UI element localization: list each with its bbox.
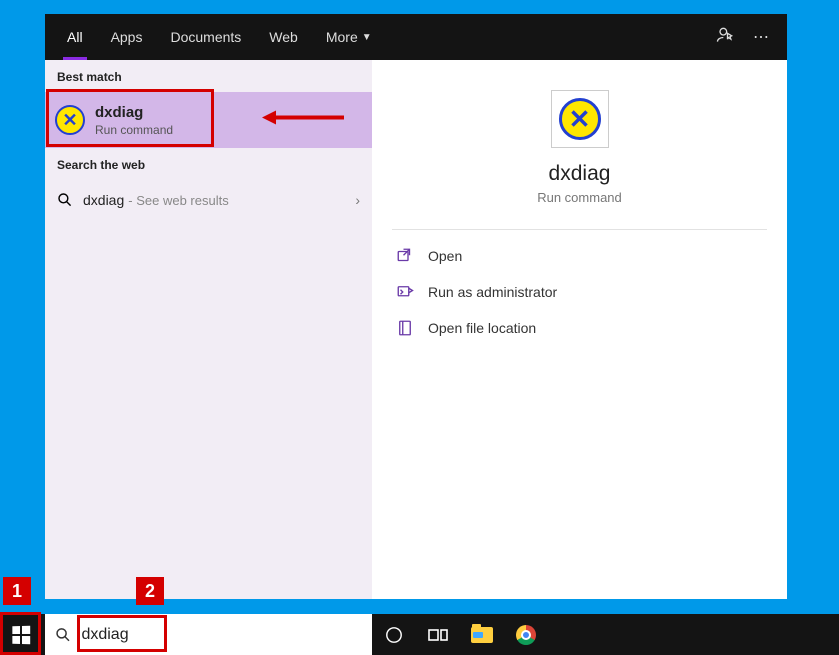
admin-icon	[396, 283, 414, 301]
search-icon	[55, 626, 71, 644]
annotation-badge-2: 2	[136, 577, 164, 605]
search-web-label: Search the web	[45, 148, 372, 180]
task-view-icon[interactable]	[416, 614, 460, 655]
tab-more-label: More	[326, 29, 358, 45]
action-location-label: Open file location	[428, 320, 536, 336]
feedback-icon[interactable]	[707, 25, 743, 50]
action-run-admin[interactable]: Run as administrator	[372, 274, 787, 310]
annotation-badge-1: 1	[3, 577, 31, 605]
action-open[interactable]: Open	[372, 238, 787, 274]
annotation-arrow-icon	[262, 108, 346, 133]
web-term: dxdiag	[83, 192, 124, 208]
dxdiag-icon: ✕	[559, 98, 601, 140]
preview-title: dxdiag	[549, 162, 611, 186]
ellipsis-icon[interactable]: ⋯	[743, 27, 779, 47]
windows-icon	[12, 625, 30, 644]
annotation-box-best-match	[46, 89, 214, 147]
best-match-item[interactable]: ✕ dxdiag Run command	[45, 92, 372, 148]
search-icon	[57, 192, 73, 208]
location-icon	[396, 319, 414, 337]
start-button[interactable]	[0, 614, 41, 655]
chrome-icon[interactable]	[504, 614, 548, 655]
chevron-down-icon: ▼	[362, 32, 372, 43]
file-explorer-icon[interactable]	[460, 614, 504, 655]
annotation-box-search-text	[77, 615, 167, 652]
action-open-label: Open	[428, 248, 462, 264]
chevron-right-icon: ›	[355, 192, 360, 208]
preview-subtitle: Run command	[537, 190, 622, 205]
best-match-label: Best match	[45, 60, 372, 92]
open-icon	[396, 247, 414, 265]
action-admin-label: Run as administrator	[428, 284, 557, 300]
folder-icon	[471, 627, 493, 643]
search-tabs: All Apps Documents Web More ▼ ⋯	[45, 14, 787, 60]
tab-all[interactable]: All	[53, 14, 97, 60]
preview-right-column: ✕ dxdiag Run command Open Run as adminis…	[372, 60, 787, 599]
tab-more[interactable]: More ▼	[312, 14, 386, 60]
preview-header: ✕ dxdiag Run command	[372, 90, 787, 229]
taskbar	[0, 614, 839, 655]
action-open-location[interactable]: Open file location	[372, 310, 787, 346]
tab-web[interactable]: Web	[255, 14, 312, 60]
chrome-logo-icon	[516, 625, 536, 645]
preview-icon-frame: ✕	[551, 90, 609, 148]
tab-apps[interactable]: Apps	[97, 14, 157, 60]
search-panel: All Apps Documents Web More ▼ ⋯ Best mat…	[45, 14, 787, 599]
divider	[392, 229, 767, 230]
panel-body: Best match ✕ dxdiag Run command Search t…	[45, 60, 787, 599]
results-left-column: Best match ✕ dxdiag Run command Search t…	[45, 60, 372, 599]
tab-documents[interactable]: Documents	[156, 14, 255, 60]
cortana-icon[interactable]	[372, 614, 416, 655]
web-hint: - See web results	[128, 193, 228, 208]
x-glyph: ✕	[569, 104, 591, 135]
taskbar-search-box[interactable]	[45, 614, 372, 655]
web-result-item[interactable]: dxdiag - See web results ›	[45, 180, 372, 220]
